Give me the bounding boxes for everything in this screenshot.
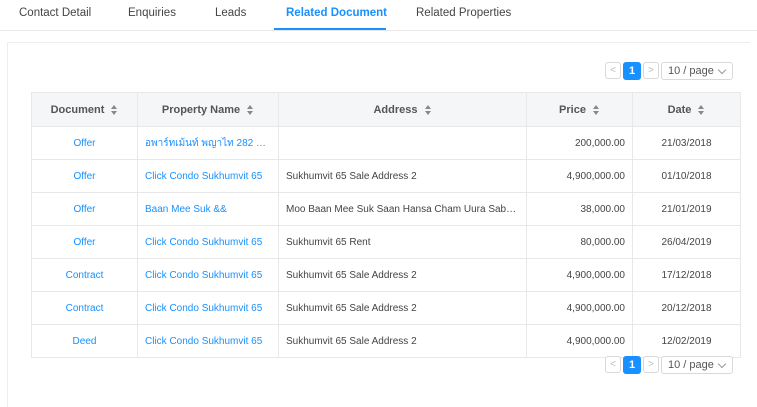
current-page-button[interactable]: 1 bbox=[623, 356, 641, 374]
tab-leads[interactable]: Leads bbox=[215, 7, 246, 19]
next-page-button[interactable]: > bbox=[643, 356, 659, 373]
document-link[interactable]: Deed bbox=[31, 324, 138, 358]
sort-icon[interactable] bbox=[247, 104, 254, 115]
column-header-property-name[interactable]: Property Name bbox=[137, 92, 279, 127]
next-page-button[interactable]: > bbox=[643, 62, 659, 79]
address-cell: Sukhumvit 65 Sale Address 2 bbox=[278, 324, 527, 358]
property-name-link[interactable]: อพาร์ทเม้นท์ พญาไท 282 ตร.ว. bbox=[137, 126, 279, 160]
document-link[interactable]: Contract bbox=[31, 258, 138, 292]
address-cell: Sukhumvit 65 Sale Address 2 bbox=[278, 159, 527, 193]
current-page-button[interactable]: 1 bbox=[623, 62, 641, 80]
table-row: Deed Click Condo Sukhumvit 65 Sukhumvit … bbox=[31, 324, 741, 358]
tab-bar: Contact Detail Enquiries Leads Related D… bbox=[0, 0, 757, 31]
sort-icon[interactable] bbox=[592, 104, 600, 115]
document-link[interactable]: Contract bbox=[31, 291, 138, 325]
page-size-select[interactable]: 10 / page bbox=[661, 62, 733, 80]
column-header-date[interactable]: Date bbox=[632, 92, 741, 127]
table-row: Offer Click Condo Sukhumvit 65 Sukhumvit… bbox=[31, 159, 741, 193]
property-name-link[interactable]: Click Condo Sukhumvit 65 bbox=[137, 324, 279, 358]
sort-icon[interactable] bbox=[698, 104, 705, 115]
property-name-link[interactable]: Baan Mee Suk && bbox=[137, 192, 279, 226]
property-name-link[interactable]: Click Condo Sukhumvit 65 bbox=[137, 225, 279, 259]
table-header-row: Document Property Name Address Price Dat… bbox=[31, 92, 741, 127]
date-cell: 21/03/2018 bbox=[632, 126, 741, 160]
price-cell: 4,900,000.00 bbox=[526, 324, 633, 358]
tab-related-document[interactable]: Related Document bbox=[286, 7, 387, 19]
price-cell: 200,000.00 bbox=[526, 126, 633, 160]
page-size-value: 10 / page bbox=[668, 359, 714, 371]
table-row: Contract Click Condo Sukhumvit 65 Sukhum… bbox=[31, 291, 741, 325]
column-header-address[interactable]: Address bbox=[278, 92, 527, 127]
prev-page-button[interactable]: < bbox=[605, 62, 621, 79]
pagination-bottom: < 1 > 10 / page bbox=[605, 356, 733, 374]
page-size-value: 10 / page bbox=[668, 65, 714, 77]
date-cell: 21/01/2019 bbox=[632, 192, 741, 226]
tab-related-properties[interactable]: Related Properties bbox=[416, 7, 511, 19]
document-link[interactable]: Offer bbox=[31, 126, 138, 160]
page-size-select[interactable]: 10 / page bbox=[661, 356, 733, 374]
pagination-top: < 1 > 10 / page bbox=[605, 62, 733, 80]
document-link[interactable]: Offer bbox=[31, 159, 138, 193]
chevron-down-icon bbox=[717, 65, 727, 75]
sort-icon[interactable] bbox=[111, 104, 118, 115]
price-cell: 4,900,000.00 bbox=[526, 291, 633, 325]
property-name-link[interactable]: Click Condo Sukhumvit 65 bbox=[137, 258, 279, 292]
table-row: Offer อพาร์ทเม้นท์ พญาไท 282 ตร.ว. 200,0… bbox=[31, 126, 741, 160]
price-cell: 4,900,000.00 bbox=[526, 159, 633, 193]
table-row: Contract Click Condo Sukhumvit 65 Sukhum… bbox=[31, 258, 741, 292]
property-name-link[interactable]: Click Condo Sukhumvit 65 bbox=[137, 159, 279, 193]
date-cell: 17/12/2018 bbox=[632, 258, 741, 292]
table-row: Offer Click Condo Sukhumvit 65 Sukhumvit… bbox=[31, 225, 741, 259]
tab-contact-detail[interactable]: Contact Detail bbox=[19, 7, 91, 19]
date-cell: 01/10/2018 bbox=[632, 159, 741, 193]
active-tab-indicator bbox=[274, 28, 386, 30]
table-row: Offer Baan Mee Suk && Moo Baan Mee Suk S… bbox=[31, 192, 741, 226]
chevron-down-icon bbox=[717, 359, 727, 369]
related-document-table: Document Property Name Address Price Dat… bbox=[31, 92, 741, 358]
tab-enquiries[interactable]: Enquiries bbox=[128, 7, 176, 19]
address-cell: Sukhumvit 65 Rent bbox=[278, 225, 527, 259]
column-header-document[interactable]: Document bbox=[31, 92, 138, 127]
date-cell: 20/12/2018 bbox=[632, 291, 741, 325]
address-cell: Sukhumvit 65 Sale Address 2 bbox=[278, 258, 527, 292]
property-name-link[interactable]: Click Condo Sukhumvit 65 bbox=[137, 291, 279, 325]
price-cell: 4,900,000.00 bbox=[526, 258, 633, 292]
address-cell: Moo Baan Mee Suk Saan Hansa Cham Uura Sa… bbox=[278, 192, 527, 226]
address-cell bbox=[278, 126, 527, 160]
address-cell: Sukhumvit 65 Sale Address 2 bbox=[278, 291, 527, 325]
date-cell: 12/02/2019 bbox=[632, 324, 741, 358]
document-link[interactable]: Offer bbox=[31, 225, 138, 259]
document-link[interactable]: Offer bbox=[31, 192, 138, 226]
price-cell: 80,000.00 bbox=[526, 225, 633, 259]
price-cell: 38,000.00 bbox=[526, 192, 633, 226]
date-cell: 26/04/2019 bbox=[632, 225, 741, 259]
sort-icon[interactable] bbox=[424, 104, 432, 115]
prev-page-button[interactable]: < bbox=[605, 356, 621, 373]
column-header-price[interactable]: Price bbox=[526, 92, 633, 127]
